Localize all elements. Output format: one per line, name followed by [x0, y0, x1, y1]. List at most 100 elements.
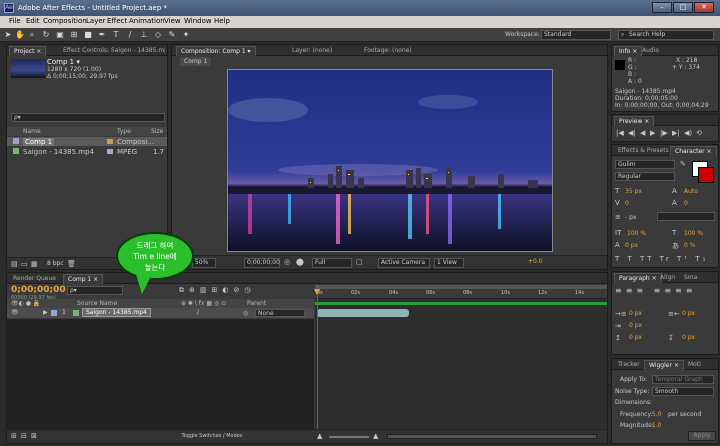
column-name[interactable]: Name [23, 128, 41, 135]
layer-area[interactable] [7, 319, 314, 429]
hand-tool-icon[interactable]: ✋ [15, 30, 25, 40]
menu-file[interactable]: File [9, 17, 21, 25]
parent-pickwhip-icon[interactable]: ◎ [243, 310, 248, 317]
roto-brush-tool-icon[interactable]: ✎ [167, 30, 177, 40]
tab-effects-presets[interactable]: Effects & Presets [614, 146, 673, 156]
resolution-select[interactable]: Full [312, 258, 352, 268]
last-frame-icon[interactable]: ▶| [672, 129, 680, 137]
project-search-input[interactable]: ρ▾ [11, 113, 165, 122]
font-size-value[interactable]: 35 px [625, 188, 642, 195]
kerning-value[interactable]: 0 [625, 200, 629, 207]
brush-tool-icon[interactable]: / [125, 30, 135, 40]
timeline-switch-icons[interactable]: ⧉⊕▥⊞◐⊘◷ [179, 286, 255, 295]
menu-layer[interactable]: Layer [86, 17, 106, 25]
play-icon[interactable]: ▶ [650, 129, 655, 137]
minimize-button[interactable]: – [652, 2, 672, 13]
frequency-value[interactable]: 5.0 [652, 411, 662, 418]
menu-composition[interactable]: Composition [43, 17, 87, 25]
channel-icon[interactable]: ⬤ [296, 258, 304, 266]
apply-to-select[interactable]: Temporal Graph [652, 375, 714, 384]
loop-icon[interactable]: ⟲ [696, 129, 702, 137]
tab-composition[interactable]: Composition: Comp 1 ▾ [176, 46, 256, 56]
time-ruler[interactable]: 0s 02s 04s 06s 08s 10s 12s 14s [315, 289, 607, 299]
project-row-footage[interactable]: Saigon - 14385.mp4 MPEG 1.7 [7, 147, 167, 156]
workspace-select[interactable]: Standard [541, 30, 611, 40]
space-after-value[interactable]: 0 px [682, 334, 695, 341]
font-style-select[interactable]: Regular [615, 172, 675, 181]
mask-tool-icon[interactable]: ■ [83, 30, 93, 40]
bpc-label[interactable]: 8 bpc [47, 260, 64, 267]
search-help-input[interactable]: Search Help [618, 30, 714, 40]
snapshot-icon[interactable]: ◎ [284, 258, 290, 266]
layer-duration-bar[interactable] [317, 309, 409, 317]
tab-preview[interactable]: Preview × [614, 116, 655, 126]
project-row-comp[interactable]: Comp 1 Composi... [7, 137, 167, 146]
eyedropper-icon[interactable]: ✎ [680, 160, 686, 168]
parent-select[interactable]: None [255, 309, 305, 317]
visibility-icon[interactable]: 👁 [11, 309, 19, 316]
interpret-footage-icon[interactable]: ▤ [11, 260, 18, 268]
selection-tool-icon[interactable]: ➤ [3, 30, 13, 40]
tab-paragraph[interactable]: Paragraph × [614, 273, 662, 283]
tab-wiggler[interactable]: Wiggler × [644, 360, 684, 370]
tab-tracker[interactable]: Tracker [614, 360, 644, 370]
tab-character[interactable]: Character × [670, 146, 717, 156]
magnitude-value[interactable]: 1.0 [652, 422, 662, 429]
first-frame-icon[interactable]: |◀ [616, 129, 624, 137]
indent-first-value[interactable]: 0 px [629, 322, 642, 329]
tab-layer[interactable]: Layer: (none) [288, 46, 336, 56]
menu-window[interactable]: Window [184, 17, 212, 25]
tab-motion-sketch[interactable]: Moti [684, 360, 705, 370]
viewer-timecode[interactable]: 0;00;00;00 [244, 258, 280, 268]
indent-left-value[interactable]: 0 px [629, 310, 642, 317]
expand-arrow-icon[interactable]: ▶ [43, 309, 48, 316]
space-before-value[interactable]: 0 px [629, 334, 642, 341]
close-button[interactable]: ✕ [694, 2, 714, 13]
column-type[interactable]: Type [117, 128, 131, 135]
stroke-width-value[interactable]: - px [625, 214, 636, 221]
tab-comp-1[interactable]: Comp 1 × [63, 274, 104, 284]
layer-label-color[interactable] [51, 310, 57, 316]
menu-edit[interactable]: Edit [26, 17, 40, 25]
comp-subtab[interactable]: Comp 1 [180, 57, 212, 66]
column-size[interactable]: Size [151, 128, 163, 135]
font-family-select[interactable]: Gulim [615, 160, 675, 169]
prev-frame-icon[interactable]: ◀| [628, 129, 636, 137]
column-parent[interactable]: Parent [247, 300, 266, 307]
new-comp-icon[interactable]: ▦ [31, 260, 38, 268]
column-source-name[interactable]: Source Name [77, 300, 117, 307]
text-style-buttons[interactable]: T T TT Tr T¹ T₁ [615, 255, 708, 263]
noise-type-select[interactable]: Smooth [652, 387, 714, 396]
tab-align[interactable]: Align [656, 273, 679, 283]
pan-behind-tool-icon[interactable]: ⊞ [69, 30, 79, 40]
leading-value[interactable]: Auto [684, 188, 698, 195]
audio-icon[interactable]: ◀) [684, 129, 692, 137]
time-graph[interactable]: 0s 02s 04s 06s 08s 10s 12s 14s [314, 285, 607, 429]
zoom-slider[interactable] [329, 436, 369, 438]
camera-select[interactable]: Active Camera [378, 258, 430, 268]
vertical-scale-value[interactable]: 100 % [627, 230, 646, 237]
maximize-button[interactable]: □ [673, 2, 693, 13]
quality-switch-icon[interactable]: / [197, 309, 199, 316]
next-frame-icon[interactable]: |▶ [660, 129, 668, 137]
timeline-scrollbar[interactable] [387, 434, 597, 439]
tab-footage[interactable]: Footage: (none) [360, 46, 416, 56]
layer-name[interactable]: Saigon - 14385.mp4 [82, 308, 151, 317]
current-time-indicator[interactable] [317, 285, 318, 429]
views-select[interactable]: 1 View [434, 258, 464, 268]
tab-audio[interactable]: Audio [638, 46, 663, 56]
timeline-search-input[interactable]: ρ▾ [67, 286, 123, 295]
text-tool-icon[interactable]: T [111, 30, 121, 40]
rotate-tool-icon[interactable]: ↻ [41, 30, 51, 40]
stroke-color-swatch[interactable] [698, 167, 714, 183]
tab-smoother[interactable]: Sma [680, 273, 701, 283]
tab-effect-controls[interactable]: Effect Controls: Saigon - 14385.mp4 [59, 46, 165, 56]
baseline-value[interactable]: 0 px [625, 242, 638, 249]
stroke-order-select[interactable] [657, 212, 715, 221]
eraser-tool-icon[interactable]: ◇ [153, 30, 163, 40]
composition-frame[interactable] [227, 69, 553, 252]
pen-tool-icon[interactable]: ✒ [97, 30, 107, 40]
toggle-switches-modes[interactable]: Toggle Switches / Modes [177, 432, 247, 441]
tab-project[interactable]: Project × [9, 46, 47, 56]
timeline-timecode[interactable]: 0;00;00;00 [11, 285, 66, 295]
